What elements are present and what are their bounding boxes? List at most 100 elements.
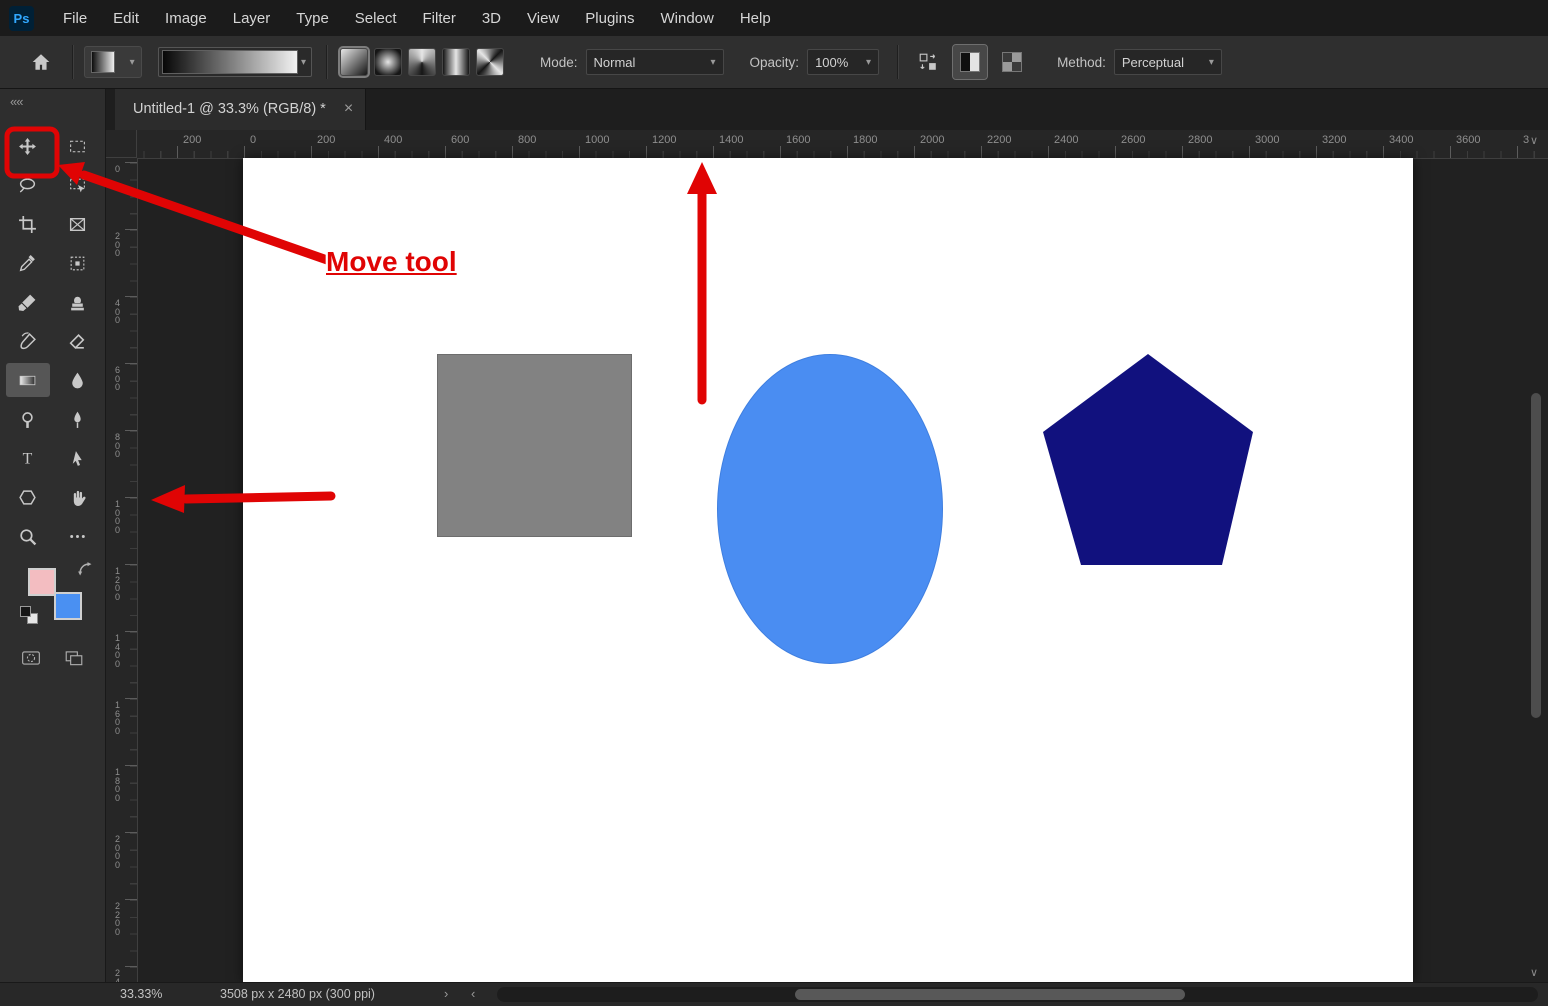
- frame-tool[interactable]: [56, 207, 100, 241]
- foreground-color-swatch[interactable]: [28, 568, 56, 596]
- type-tool[interactable]: T: [6, 441, 50, 475]
- home-button[interactable]: [24, 45, 58, 79]
- ruler-label: 1000: [585, 134, 609, 146]
- eraser-tool[interactable]: [56, 324, 100, 358]
- menu-help[interactable]: Help: [727, 2, 784, 35]
- ruler-label: 200: [183, 134, 201, 146]
- ruler-tick: [579, 146, 580, 158]
- horizontal-scrollbar[interactable]: [497, 987, 1538, 1002]
- menu-filter[interactable]: Filter: [410, 2, 469, 35]
- menu-edit[interactable]: Edit: [100, 2, 152, 35]
- scroll-up-icon[interactable]: ∨: [1530, 134, 1538, 147]
- horizontal-scrollbar-thumb[interactable]: [795, 989, 1185, 1000]
- ruler-tick: [125, 229, 137, 230]
- document-tab[interactable]: Untitled-1 @ 33.3% (RGB/8) * ×: [115, 88, 366, 130]
- zoom-level-field[interactable]: 33.33%: [120, 987, 162, 1001]
- edit-toolbar[interactable]: [56, 519, 100, 553]
- menu-file[interactable]: File: [50, 2, 100, 35]
- mask-row: [0, 640, 105, 673]
- ruler-label: 1800: [853, 134, 877, 146]
- tool-grid: T: [0, 127, 105, 556]
- menu-plugins[interactable]: Plugins: [572, 2, 647, 35]
- ruler-label: 2800: [1188, 134, 1212, 146]
- crop-tool[interactable]: [6, 207, 50, 241]
- document-canvas[interactable]: [243, 158, 1413, 983]
- hand-tool[interactable]: [56, 480, 100, 514]
- status-expand-icon[interactable]: ›: [444, 986, 448, 1001]
- menu-window[interactable]: Window: [647, 2, 726, 35]
- ruler-label: 4 0 0: [115, 299, 120, 325]
- clone-stamp-tool[interactable]: [56, 285, 100, 319]
- menu-type[interactable]: Type: [283, 2, 342, 35]
- home-icon: [31, 52, 51, 72]
- zoom-tool[interactable]: [6, 519, 50, 553]
- half-square-icon: [960, 52, 980, 72]
- tool-preset-picker[interactable]: ▾: [84, 46, 142, 78]
- vertical-scrollbar-thumb[interactable]: [1531, 393, 1541, 718]
- gradient-style-radial[interactable]: [374, 48, 402, 76]
- vertical-scrollbar[interactable]: ∨ ∨: [1529, 134, 1544, 979]
- lasso-tool[interactable]: [6, 168, 50, 202]
- rectangular-marquee-tool[interactable]: [56, 129, 100, 163]
- gradient-style-linear[interactable]: [340, 48, 368, 76]
- blend-mode-dropdown[interactable]: Normal ▾: [586, 49, 724, 75]
- stamp-icon: [68, 293, 87, 312]
- gradient-style-diamond[interactable]: [476, 48, 504, 76]
- swap-colors-button[interactable]: [78, 562, 92, 581]
- menu-3d[interactable]: 3D: [469, 2, 514, 35]
- menu-image[interactable]: Image: [152, 2, 220, 35]
- object-selection-tool[interactable]: [56, 168, 100, 202]
- gray-rectangle[interactable]: [437, 354, 632, 537]
- status-collapse-icon[interactable]: ‹: [471, 986, 475, 1001]
- reverse-gradient-button[interactable]: [953, 45, 987, 79]
- hand-icon: [68, 488, 87, 507]
- blue-ellipse[interactable]: [717, 354, 943, 664]
- menu-view[interactable]: View: [514, 2, 572, 35]
- pen-tool[interactable]: [56, 402, 100, 436]
- ruler-tick: [125, 832, 137, 833]
- ruler-label: 2 2 0 0: [115, 902, 120, 936]
- collapse-toolbar-button[interactable]: ««: [0, 88, 105, 109]
- opacity-dropdown[interactable]: 100% ▾: [807, 49, 879, 75]
- blur-tool[interactable]: [56, 363, 100, 397]
- spot-healing-brush-tool[interactable]: [56, 246, 100, 280]
- gradient-style-reflected[interactable]: [442, 48, 470, 76]
- pen-icon: [68, 410, 87, 429]
- screen-mode-button[interactable]: [63, 648, 85, 673]
- brush-tool[interactable]: [6, 285, 50, 319]
- path-selection-tool[interactable]: [56, 441, 100, 475]
- gradient-picker[interactable]: ▾: [158, 47, 312, 77]
- photoshop-logo: Ps: [9, 6, 34, 31]
- checkerboard-icon: [1002, 52, 1022, 72]
- default-colors-button[interactable]: [20, 606, 38, 624]
- dither-button[interactable]: [995, 45, 1029, 79]
- history-brush-tool[interactable]: [6, 324, 50, 358]
- ruler-tick: [311, 146, 312, 158]
- ruler-label: 200: [317, 134, 335, 146]
- brush-icon: [18, 293, 37, 312]
- vertical-ruler: 02 0 04 0 06 0 08 0 01 0 0 01 2 0 01 4 0…: [105, 158, 138, 983]
- ruler-tick: [125, 162, 137, 163]
- navy-pentagon[interactable]: [1043, 354, 1253, 566]
- quick-mask-button[interactable]: [20, 648, 42, 673]
- move-tool[interactable]: [6, 129, 50, 163]
- blend-mode-value: Normal: [594, 55, 636, 70]
- document-tab-title: Untitled-1 @ 33.3% (RGB/8) *: [133, 101, 326, 117]
- dodge-tool[interactable]: [6, 402, 50, 436]
- ruler-label: 2 0 0: [115, 232, 120, 258]
- method-dropdown[interactable]: Perceptual ▾: [1114, 49, 1222, 75]
- menu-select[interactable]: Select: [342, 2, 410, 35]
- transparency-button[interactable]: [911, 45, 945, 79]
- ruler-tick: [1182, 146, 1183, 158]
- gradient-style-angle[interactable]: [408, 48, 436, 76]
- menu-layer[interactable]: Layer: [220, 2, 284, 35]
- scroll-down-icon[interactable]: ∨: [1530, 966, 1538, 979]
- crop-icon: [18, 215, 37, 234]
- eyedropper-tool[interactable]: [6, 246, 50, 280]
- shape-tool[interactable]: [6, 480, 50, 514]
- marquee-icon: [68, 137, 87, 156]
- ruler-label: 3000: [1255, 134, 1279, 146]
- background-color-swatch[interactable]: [54, 592, 82, 620]
- gradient-tool[interactable]: [6, 363, 50, 397]
- close-tab-icon[interactable]: ×: [344, 101, 353, 117]
